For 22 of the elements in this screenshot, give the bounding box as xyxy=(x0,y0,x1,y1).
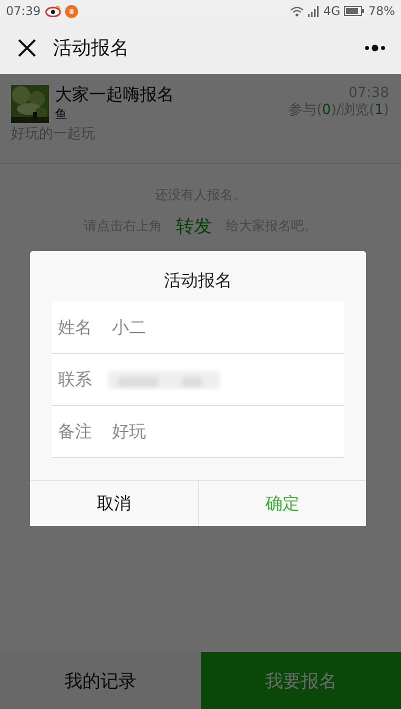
input-field[interactable]: 小二 xyxy=(112,318,292,338)
field-label: 备注 xyxy=(58,421,92,443)
battery-icon xyxy=(344,6,364,16)
organizer-name: 鱼 xyxy=(55,106,68,123)
page-title: 活动报名 xyxy=(53,36,130,61)
signal-icon xyxy=(308,6,320,16)
event-title: 大家一起嗨报名 xyxy=(55,85,175,106)
field-label: 姓名 xyxy=(58,317,92,339)
input-field[interactable]: 好玩 xyxy=(112,422,292,442)
network-label: 4G xyxy=(323,4,340,18)
field-label: 联系 xyxy=(58,369,92,391)
share-link[interactable]: 转发 xyxy=(176,214,212,238)
more-icon[interactable] xyxy=(364,44,386,52)
dialog-title: 活动报名 xyxy=(163,270,233,293)
battery-level: 78% xyxy=(368,4,395,18)
wifi-icon xyxy=(290,6,304,16)
notification-icon xyxy=(64,4,78,18)
clock: 07:39 xyxy=(6,4,41,18)
close-icon[interactable] xyxy=(18,39,36,57)
signup-button[interactable]: 我要报名 xyxy=(200,652,401,709)
confirm-button[interactable]: 确定 xyxy=(198,481,366,526)
eye-icon xyxy=(44,5,61,17)
